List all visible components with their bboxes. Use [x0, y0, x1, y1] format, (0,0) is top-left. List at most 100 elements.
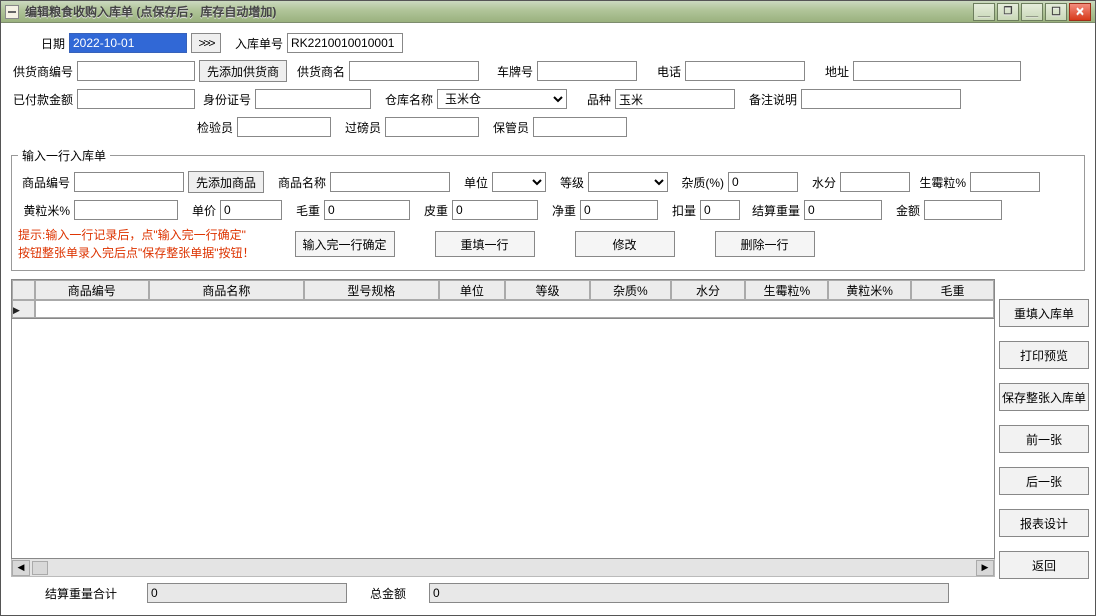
grid-hscrollbar[interactable]: ◀ ▶: [11, 559, 995, 577]
modify-row-button[interactable]: 修改: [575, 231, 675, 257]
product-code-input[interactable]: [74, 172, 184, 192]
col-yellow-rice: 黄粒米%: [828, 280, 911, 300]
gross-input[interactable]: [324, 200, 410, 220]
col-impurity: 杂质%: [590, 280, 671, 300]
variety-input[interactable]: [615, 89, 735, 109]
gross-label: 毛重: [286, 202, 320, 219]
warehouse-label: 仓库名称: [375, 91, 433, 108]
prev-sheet-button[interactable]: 前一张: [999, 425, 1089, 453]
add-product-button[interactable]: 先添加商品: [188, 171, 264, 193]
line-entry-legend: 输入一行入库单: [18, 147, 110, 164]
confirm-row-button[interactable]: 输入完一行确定: [295, 231, 395, 257]
scroll-thumb[interactable]: [32, 561, 48, 575]
min2-button[interactable]: __: [1021, 3, 1043, 21]
amount-input[interactable]: [924, 200, 1002, 220]
deduct-label: 扣量: [662, 202, 696, 219]
supplier-code-label: 供货商编号: [11, 63, 73, 80]
app-icon: [5, 5, 19, 19]
total-amount-value: 0: [429, 583, 949, 603]
grid-body[interactable]: [11, 319, 995, 559]
yellow-rice-input[interactable]: [74, 200, 178, 220]
hint-line1: 提示:输入一行记录后，点"输入完一行确定": [18, 226, 255, 244]
keeper-label: 保管员: [483, 119, 529, 136]
moisture-label: 水分: [802, 174, 836, 191]
col-moisture: 水分: [671, 280, 746, 300]
col-product-name: 商品名称: [149, 280, 304, 300]
idcard-label: 身份证号: [199, 91, 251, 108]
price-input[interactable]: [220, 200, 282, 220]
calc-weight-label: 结算重量: [744, 202, 800, 219]
phone-input[interactable]: [685, 61, 805, 81]
minimize-button[interactable]: __: [973, 3, 995, 21]
col-unit: 单位: [439, 280, 505, 300]
total-weight-value: 0: [147, 583, 347, 603]
weigher-label: 过磅员: [335, 119, 381, 136]
inspector-label: 检验员: [187, 119, 233, 136]
hint-line2: 按钮整张单录入完后点"保存整张单据"按钮！: [18, 244, 255, 262]
calc-weight-input[interactable]: [804, 200, 882, 220]
col-grade: 等级: [505, 280, 590, 300]
col-product-code: 商品编号: [35, 280, 149, 300]
data-grid[interactable]: 商品编号 商品名称 型号规格 单位 等级 杂质% 水分 生霉粒% 黄粒米% 毛重: [11, 279, 995, 319]
address-label: 地址: [809, 63, 849, 80]
moisture-input[interactable]: [840, 172, 910, 192]
grade-label: 等级: [550, 174, 584, 191]
tare-input[interactable]: [452, 200, 538, 220]
scroll-left-arrow[interactable]: ◀: [12, 560, 30, 576]
instock-no-input[interactable]: [287, 33, 403, 53]
unit-label: 单位: [454, 174, 488, 191]
deduct-input[interactable]: [700, 200, 740, 220]
date-input[interactable]: [69, 33, 187, 53]
line-entry-group: 输入一行入库单 商品编号 先添加商品 商品名称 单位 等级 杂质(%) 水分 生…: [11, 147, 1085, 271]
row-indicator: [12, 300, 35, 318]
restore-down-button[interactable]: ❐: [997, 3, 1019, 21]
date-picker-button[interactable]: >>>: [191, 33, 221, 53]
yellow-rice-label: 黄粒米%: [18, 202, 70, 219]
col-model-spec: 型号规格: [304, 280, 439, 300]
remark-label: 备注说明: [739, 91, 797, 108]
address-input[interactable]: [853, 61, 1021, 81]
plate-label: 车牌号: [483, 63, 533, 80]
variety-label: 品种: [571, 91, 611, 108]
unit-combo[interactable]: [492, 172, 546, 192]
refill-row-button[interactable]: 重填一行: [435, 231, 535, 257]
impurity-label: 杂质(%): [672, 174, 724, 191]
supplier-name-input[interactable]: [349, 61, 479, 81]
instock-no-label: 入库单号: [229, 35, 283, 52]
product-code-label: 商品编号: [18, 174, 70, 191]
net-label: 净重: [542, 202, 576, 219]
phone-label: 电话: [641, 63, 681, 80]
maximize-button[interactable]: ☐: [1045, 3, 1067, 21]
next-sheet-button[interactable]: 后一张: [999, 467, 1089, 495]
paid-amount-input[interactable]: [77, 89, 195, 109]
date-label: 日期: [33, 35, 65, 52]
add-supplier-button[interactable]: 先添加供货商: [199, 60, 287, 82]
product-name-input[interactable]: [330, 172, 450, 192]
save-sheet-button[interactable]: 保存整张入库单: [999, 383, 1089, 411]
print-preview-button[interactable]: 打印预览: [999, 341, 1089, 369]
close-button[interactable]: ✕: [1069, 3, 1091, 21]
inspector-input[interactable]: [237, 117, 331, 137]
total-weight-label: 结算重量合计: [21, 585, 141, 602]
weigher-input[interactable]: [385, 117, 479, 137]
plate-input[interactable]: [537, 61, 637, 81]
tare-label: 皮重: [414, 202, 448, 219]
impurity-input[interactable]: [728, 172, 798, 192]
keeper-input[interactable]: [533, 117, 627, 137]
supplier-code-input[interactable]: [77, 61, 195, 81]
scroll-right-arrow[interactable]: ▶: [976, 560, 994, 576]
mildew-input[interactable]: [970, 172, 1040, 192]
remark-input[interactable]: [801, 89, 961, 109]
net-input[interactable]: [580, 200, 658, 220]
delete-row-button[interactable]: 删除一行: [715, 231, 815, 257]
refill-sheet-button[interactable]: 重填入库单: [999, 299, 1089, 327]
grade-combo[interactable]: [588, 172, 668, 192]
price-label: 单价: [182, 202, 216, 219]
report-design-button[interactable]: 报表设计: [999, 509, 1089, 537]
idcard-input[interactable]: [255, 89, 371, 109]
warehouse-combo[interactable]: 玉米仓: [437, 89, 567, 109]
paid-amount-label: 已付款金额: [11, 91, 73, 108]
col-gross: 毛重: [911, 280, 994, 300]
window-title: 编辑粮食收购入库单 (点保存后，库存自动增加): [25, 3, 973, 20]
return-button[interactable]: 返回: [999, 551, 1089, 579]
